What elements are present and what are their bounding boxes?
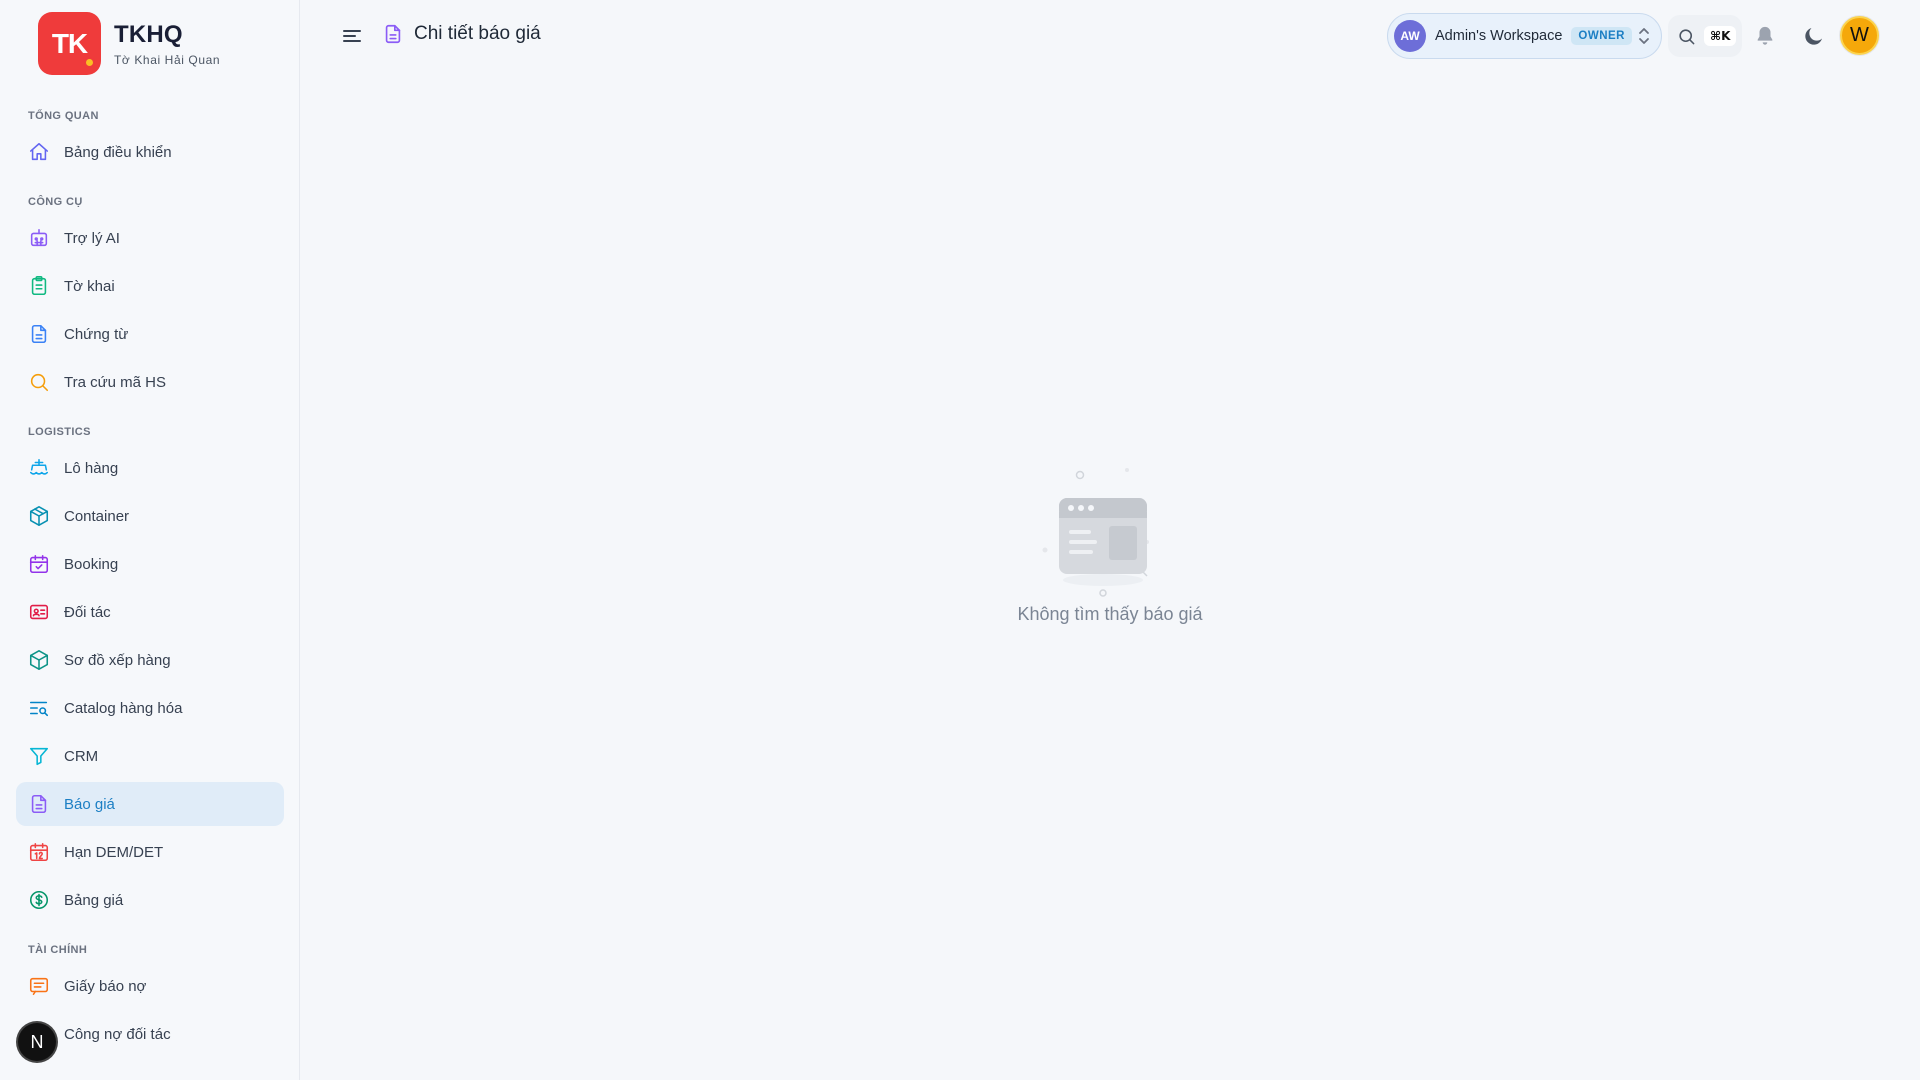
sidebar-item-tra-cuu-ma-hs[interactable]: Tra cứu mã HS	[16, 360, 284, 404]
sidebar-item-doi-tac[interactable]: Đối tác	[16, 590, 284, 634]
sidebar-item-giay-bao-no[interactable]: Giấy báo nợ	[16, 964, 284, 1008]
file-text-icon	[28, 323, 50, 345]
page-title: Chi tiết báo giá	[414, 23, 541, 44]
empty-message: Không tìm thấy báo giá	[1017, 604, 1203, 624]
sidebar-item-label: Tờ khai	[64, 277, 115, 295]
chevrons-up-down-icon	[1639, 28, 1649, 44]
empty-state: Không tìm thấy báo giá	[945, 460, 1275, 625]
dollar-circle-icon	[28, 889, 50, 911]
bot-icon	[28, 227, 50, 249]
sidebar: TK TKHQ Tờ Khai Hải Quan TỔNG QUAN Bảng đ…	[0, 0, 300, 1080]
sidebar-item-booking[interactable]: Booking	[16, 542, 284, 586]
sidebar-item-bang-dieu-khien[interactable]: Bảng điều khiển	[16, 130, 284, 174]
brand-logo-dot	[84, 57, 95, 68]
sidebar-item-label: Catalog hàng hóa	[64, 699, 183, 717]
search-button[interactable]: ⌘K	[1668, 15, 1742, 57]
sidebar-item-han-dem-det[interactable]: Hạn DEM/DET	[16, 830, 284, 874]
floating-n-badge[interactable]: N	[18, 1023, 56, 1061]
file-text-icon	[385, 24, 401, 44]
box-icon	[28, 505, 50, 527]
sidebar-item-container[interactable]: Container	[16, 494, 284, 538]
calendar-12-icon	[28, 841, 50, 863]
sidebar-item-label: Tra cứu mã HS	[64, 373, 167, 391]
brand-name: TKHQ	[114, 20, 183, 48]
sidebar-item-label: CRM	[64, 747, 99, 765]
message-lines-icon	[28, 975, 50, 997]
sidebar-item-catalog-hang-hoa[interactable]: Catalog hàng hóa	[16, 686, 284, 730]
search-icon	[28, 371, 50, 393]
brand[interactable]: TK TKHQ Tờ Khai Hải Quan	[38, 12, 220, 75]
sidebar-item-label: Báo giá	[64, 795, 115, 813]
sidebar-section-title: TỔNG QUAN	[28, 110, 99, 122]
sidebar-section-title: LOGISTICS	[28, 426, 91, 438]
sidebar-item-label: Bảng giá	[64, 891, 124, 909]
workspace-name: Admin's Workspace	[1435, 28, 1563, 44]
sidebar-item-label: Booking	[64, 555, 119, 573]
file-text-icon	[28, 793, 50, 815]
sidebar-item-chung-tu[interactable]: Chứng từ	[16, 312, 284, 356]
workspace-switcher[interactable]: AW Admin's Workspace OWNER	[1387, 13, 1662, 59]
bell-icon[interactable]	[1754, 24, 1776, 48]
menu-icon	[343, 30, 361, 42]
sidebar-item-label: Đối tác	[64, 603, 111, 621]
page-title-wrap: Chi tiết báo giá	[382, 22, 541, 46]
user-avatar[interactable]: W	[1840, 16, 1879, 55]
cube-icon	[28, 649, 50, 671]
list-search-icon	[28, 697, 50, 719]
sidebar-item-crm[interactable]: CRM	[16, 734, 284, 778]
calendar-check-icon	[28, 553, 50, 575]
brand-logo-text: TK	[51, 27, 88, 59]
sidebar-item-label: Bảng điều khiển	[64, 143, 172, 161]
menu-toggle-button[interactable]	[340, 24, 364, 48]
sidebar-item-label: Công nợ đối tác	[64, 1025, 171, 1043]
sidebar-item-label: Giấy báo nợ	[64, 977, 147, 995]
ship-icon	[28, 457, 50, 479]
sidebar-item-cong-no-doi-tac[interactable]: Công nợ đối tác	[16, 1012, 284, 1056]
sidebar-item-label: Hạn DEM/DET	[64, 843, 164, 861]
sidebar-nav: TỔNG QUAN Bảng điều khiển CÔNG CỤ Trợ lý AI…	[16, 96, 284, 1060]
sidebar-section-title: TÀI CHÍNH	[28, 944, 88, 956]
workspace-role-badge: OWNER	[1571, 27, 1632, 45]
brand-subtitle: Tờ Khai Hải Quan	[114, 52, 221, 67]
sidebar-item-bang-gia[interactable]: Bảng giá	[16, 878, 284, 922]
sidebar-item-label: Chứng từ	[64, 325, 129, 343]
search-shortcut: ⌘K	[1704, 26, 1737, 46]
sidebar-item-label: Sơ đồ xếp hàng	[64, 651, 171, 669]
contact-card-icon	[28, 601, 50, 623]
sidebar-item-bao-gia[interactable]: Báo giá	[16, 782, 284, 826]
sidebar-item-label: Trợ lý AI	[64, 229, 120, 247]
workspace-avatar: AW	[1394, 20, 1426, 52]
funnel-icon	[28, 745, 50, 767]
sidebar-item-tro-ly-ai[interactable]: Trợ lý AI	[16, 216, 284, 260]
sidebar-item-to-khai[interactable]: Tờ khai	[16, 264, 284, 308]
clipboard-icon	[28, 275, 50, 297]
home-icon	[28, 141, 50, 163]
top-header: Chi tiết báo giá AW Admin's Workspace OW…	[300, 0, 1920, 72]
sidebar-item-label: Container	[64, 507, 130, 525]
sidebar-section-title: CÔNG CỤ	[28, 196, 83, 208]
search-icon	[1679, 28, 1695, 44]
sidebar-item-label: Lô hàng	[64, 459, 119, 477]
sidebar-item-so-do-xep-hang[interactable]: Sơ đồ xếp hàng	[16, 638, 284, 682]
sidebar-item-lo-hang[interactable]: Lô hàng	[16, 446, 284, 490]
moon-icon[interactable]	[1802, 24, 1826, 48]
empty-browser-illustration	[1042, 468, 1149, 597]
brand-logo: TK	[38, 12, 101, 75]
